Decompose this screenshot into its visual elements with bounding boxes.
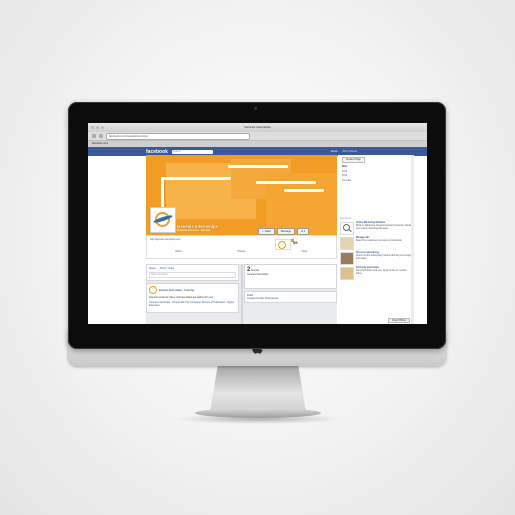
timeline: Status Photo / Video Write something... … bbox=[146, 264, 337, 324]
page-title: Genesis Internships bbox=[177, 224, 219, 229]
zoom-window-button[interactable] bbox=[101, 126, 104, 129]
address-bar[interactable]: facebook.com/GenesisInternships bbox=[106, 132, 250, 140]
posts-box: Posts Google Provider Professional bbox=[244, 291, 337, 303]
ad-text: Find internships near you. Apply online … bbox=[356, 270, 407, 275]
publisher-link[interactable]: Google Provider Professional bbox=[247, 297, 334, 300]
profile-picture[interactable] bbox=[150, 207, 176, 233]
scrollbar[interactable] bbox=[411, 155, 414, 324]
status-tab[interactable]: Status bbox=[149, 267, 156, 270]
post-link[interactable]: Genesis Internships - Pursuit with The C… bbox=[149, 301, 236, 307]
post-author[interactable]: Genesis Internships bbox=[159, 289, 182, 292]
ad-text: Check out the advertising channel that f… bbox=[356, 255, 412, 260]
friends-label[interactable]: Friends bbox=[251, 269, 259, 272]
avatar bbox=[149, 286, 157, 294]
nav-home[interactable]: Home bbox=[331, 150, 338, 153]
magnifier-icon bbox=[340, 222, 354, 235]
friends-box: 2 Friends Genesis Internships bbox=[244, 264, 337, 289]
search-input[interactable]: Search bbox=[171, 149, 213, 154]
window-title: Genesis Internships bbox=[244, 125, 271, 129]
page-category: Professional Services · Recruiter bbox=[177, 230, 211, 232]
photo-thumbnail[interactable] bbox=[275, 239, 291, 250]
screen: Genesis Internships facebook.com/Genesis… bbox=[88, 123, 427, 324]
sponsored-heading: Sponsored bbox=[340, 218, 352, 220]
composer: Status Photo / Video Write something... bbox=[146, 264, 239, 281]
ad-text: Build on Marketing. Recommended by Exper… bbox=[356, 225, 412, 230]
tab-about[interactable]: About bbox=[147, 250, 210, 253]
photo-video-tab[interactable]: Photo / Video bbox=[160, 267, 174, 270]
forward-icon[interactable] bbox=[99, 134, 103, 138]
recent-label: Genesis Internships bbox=[247, 273, 269, 276]
ad-image bbox=[340, 237, 354, 250]
tab-likes[interactable]: Likes bbox=[273, 250, 336, 253]
facebook-logo[interactable]: facebook bbox=[146, 149, 168, 155]
minimize-window-button[interactable] bbox=[96, 126, 99, 129]
close-window-button[interactable] bbox=[91, 126, 94, 129]
post-text: Attention students: More cool internship… bbox=[149, 296, 214, 299]
ad-item[interactable]: Kentucky Internships Find internships nea… bbox=[340, 267, 412, 280]
page-url[interactable]: http://genesis-internships.com bbox=[150, 239, 181, 241]
monitor-stand bbox=[210, 366, 306, 412]
timeline-nav: Now 2013 2012 Founded bbox=[342, 165, 414, 183]
like-button[interactable]: ✓ Liked bbox=[258, 228, 275, 235]
post: Genesis Internships Yesterday Attention … bbox=[146, 283, 239, 313]
more-options-button[interactable]: ⚙ ▾ bbox=[296, 228, 310, 235]
post-time: Yesterday bbox=[183, 288, 195, 292]
nav-find-friends[interactable]: Find Friends bbox=[343, 150, 357, 153]
window-titlebar: Genesis Internships bbox=[88, 123, 427, 132]
timeline-spine bbox=[241, 264, 243, 324]
chat-bar[interactable]: Chat (Offline) bbox=[387, 318, 410, 323]
tab-photos[interactable]: Photos bbox=[210, 250, 273, 253]
message-button[interactable]: Message bbox=[276, 228, 295, 235]
camera bbox=[254, 107, 257, 110]
ad-item[interactable]: Twitter Marketing Software Build on Marke… bbox=[340, 222, 412, 235]
likes-count: 59 bbox=[293, 240, 298, 245]
page-info-strip: http://genesis-internships.com About Pho… bbox=[146, 235, 337, 259]
create-page-button[interactable]: Create a Page bbox=[342, 157, 365, 163]
page-main: Genesis Internships Professional Service… bbox=[146, 155, 337, 324]
right-sidebar: Create a Page Now 2013 2012 Founded Spon… bbox=[338, 155, 414, 324]
status-input[interactable]: Write something... bbox=[149, 272, 236, 278]
ad-text: Reach the customers you want on Facebook… bbox=[356, 240, 403, 242]
ad-item[interactable]: Manage Ads Reach the customers you want o… bbox=[340, 237, 412, 250]
back-icon[interactable] bbox=[92, 134, 96, 138]
ad-item[interactable]: Discover Advertising Check out the advert… bbox=[340, 252, 412, 265]
monitor-foot bbox=[195, 408, 321, 418]
ad-image bbox=[340, 267, 354, 280]
browser-toolbar: facebook.com/GenesisInternships bbox=[88, 132, 427, 141]
ad-image bbox=[340, 252, 354, 265]
